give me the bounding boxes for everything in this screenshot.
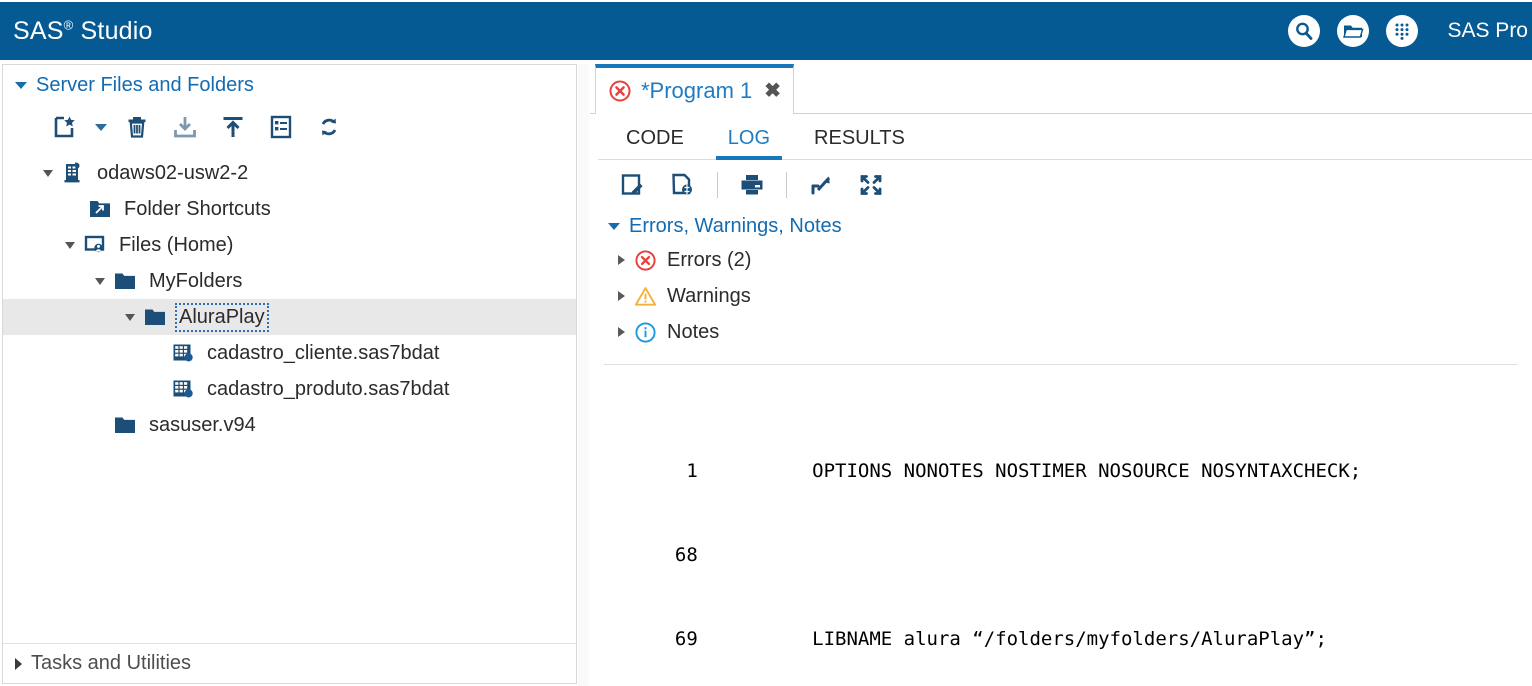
twisty-collapsed-icon[interactable] — [618, 327, 625, 337]
log-output[interactable]: 1 OPTIONS NONOTES NOSTIMER NOSOURCE NOSY… — [590, 401, 1532, 686]
warnings-label: Warnings — [667, 284, 751, 307]
file-toolbar — [3, 105, 576, 149]
twisty-expanded-icon[interactable] — [65, 241, 75, 249]
twisty-expanded-icon[interactable] — [95, 277, 105, 285]
chevron-down-icon — [608, 222, 620, 230]
sas-studio-window: SAS® Studio SAS Pro Server Files and Fol… — [0, 0, 1532, 686]
properties-icon[interactable] — [257, 110, 305, 144]
tree-item-server[interactable]: odaws02-usw2-2 — [3, 155, 576, 191]
tree-item-myfolders[interactable]: MyFolders — [3, 263, 576, 299]
tree-item-label: Files (Home) — [119, 233, 234, 256]
tree-item-label: cadastro_produto.sas7bdat — [207, 377, 450, 400]
log-line: 1 OPTIONS NONOTES NOSTIMER NOSOURCE NOSY… — [652, 460, 1362, 482]
tree-item-cadastro-cliente[interactable]: cadastro_cliente.sas7bdat — [3, 335, 576, 371]
dataset-icon — [171, 377, 197, 401]
banner-actions: SAS Pro — [1288, 15, 1532, 47]
work-area: *Program 1 ✖ CODE LOG RESULTS Errors, Wa… — [590, 64, 1532, 686]
refresh-icon[interactable] — [305, 110, 353, 144]
tab-log[interactable]: LOG — [706, 127, 792, 160]
app-title-main: SAS — [13, 16, 64, 45]
twisty-collapsed-icon[interactable] — [618, 255, 625, 265]
user-menu-label[interactable]: SAS Pro — [1447, 19, 1528, 43]
tree-item-aluraplay[interactable]: AluraPlay — [3, 299, 576, 335]
errors-warnings-notes-title: Errors, Warnings, Notes — [629, 214, 842, 237]
tree-item-files-home[interactable]: Files (Home) — [3, 227, 576, 263]
navigation-pane: Server Files and Folders odaws02-usw2-2 … — [2, 64, 577, 684]
open-folder-icon[interactable] — [1337, 15, 1370, 47]
tab-program-1[interactable]: *Program 1 ✖ — [595, 64, 795, 114]
server-icon — [61, 161, 87, 185]
notes-row[interactable]: Notes — [608, 314, 1532, 350]
log-line: 68 — [652, 544, 698, 566]
warnings-row[interactable]: Warnings — [608, 278, 1532, 314]
new-icon[interactable] — [41, 110, 89, 144]
app-title-rest: Studio — [73, 16, 153, 45]
notes-label: Notes — [667, 320, 720, 343]
maximize-icon[interactable] — [846, 167, 896, 203]
dataset-icon — [171, 341, 197, 365]
errors-label: Errors (2) — [667, 248, 752, 271]
app-title: SAS® Studio — [13, 17, 153, 46]
chevron-right-icon — [15, 657, 22, 670]
search-icon[interactable] — [1288, 15, 1321, 47]
server-files-and-folders-header[interactable]: Server Files and Folders — [3, 65, 576, 105]
close-icon[interactable]: ✖ — [764, 81, 781, 101]
tab-label: *Program 1 — [641, 78, 753, 103]
twisty-expanded-icon[interactable] — [125, 313, 135, 321]
errors-warnings-notes-header[interactable]: Errors, Warnings, Notes — [608, 210, 1532, 242]
errors-row[interactable]: Errors (2) — [608, 242, 1532, 278]
delete-icon[interactable] — [113, 110, 161, 144]
error-circle-icon — [608, 79, 632, 103]
tree-item-label: MyFolders — [149, 269, 243, 292]
tab-code[interactable]: CODE — [604, 127, 706, 160]
error-circle-icon — [634, 248, 658, 272]
log-toolbar — [590, 160, 1532, 210]
log-line: 69 LIBNAME alura “/folders/myfolders/Alu… — [652, 628, 1327, 650]
app-banner: SAS® Studio SAS Pro — [0, 2, 1532, 60]
folder-icon — [113, 269, 139, 293]
chevron-down-icon[interactable] — [89, 110, 113, 144]
folder-icon — [143, 305, 169, 329]
info-circle-icon — [634, 320, 658, 344]
errors-warnings-notes-section: Errors, Warnings, Notes Errors (2) Warni… — [590, 210, 1532, 350]
clear-log-icon[interactable] — [608, 167, 658, 203]
program-tab-strip: *Program 1 ✖ — [590, 64, 1532, 114]
tab-results[interactable]: RESULTS — [792, 127, 927, 160]
tree-item-label: cadastro_cliente.sas7bdat — [207, 341, 440, 364]
log-separator — [604, 364, 1518, 365]
folder-icon — [113, 413, 139, 437]
pane-splitter[interactable] — [578, 64, 589, 686]
tree-item-sasuser[interactable]: sasuser.v94 — [3, 407, 576, 443]
toolbar-divider — [786, 172, 787, 198]
server-files-tree: odaws02-usw2-2 Folder Shortcuts Files (H… — [3, 155, 576, 443]
twisty-expanded-icon[interactable] — [43, 169, 53, 177]
save-log-icon[interactable] — [658, 167, 708, 203]
tree-item-folder-shortcuts[interactable]: Folder Shortcuts — [3, 191, 576, 227]
tree-item-label: sasuser.v94 — [149, 413, 256, 436]
apps-grid-icon[interactable] — [1386, 15, 1419, 47]
server-files-and-folders-title: Server Files and Folders — [36, 73, 254, 96]
tasks-and-utilities-header[interactable]: Tasks and Utilities — [3, 643, 576, 683]
download-icon[interactable] — [161, 110, 209, 144]
tree-item-cadastro-produto[interactable]: cadastro_produto.sas7bdat — [3, 371, 576, 407]
tree-item-label: AluraPlay — [175, 302, 269, 332]
twisty-collapsed-icon[interactable] — [618, 291, 625, 301]
registered-mark: ® — [63, 17, 74, 33]
toolbar-divider — [717, 172, 718, 198]
chevron-down-icon — [15, 81, 27, 89]
tree-item-label: Folder Shortcuts — [124, 197, 271, 220]
home-files-icon — [83, 233, 109, 257]
tree-item-label: odaws02-usw2-2 — [97, 161, 249, 184]
open-in-new-window-icon[interactable] — [796, 167, 846, 203]
tasks-and-utilities-title: Tasks and Utilities — [31, 652, 192, 674]
folder-shortcut-icon — [88, 197, 114, 221]
print-icon[interactable] — [727, 167, 777, 203]
warning-triangle-icon — [634, 284, 658, 308]
upload-icon[interactable] — [209, 110, 257, 144]
view-tabs: CODE LOG RESULTS — [590, 114, 1532, 160]
